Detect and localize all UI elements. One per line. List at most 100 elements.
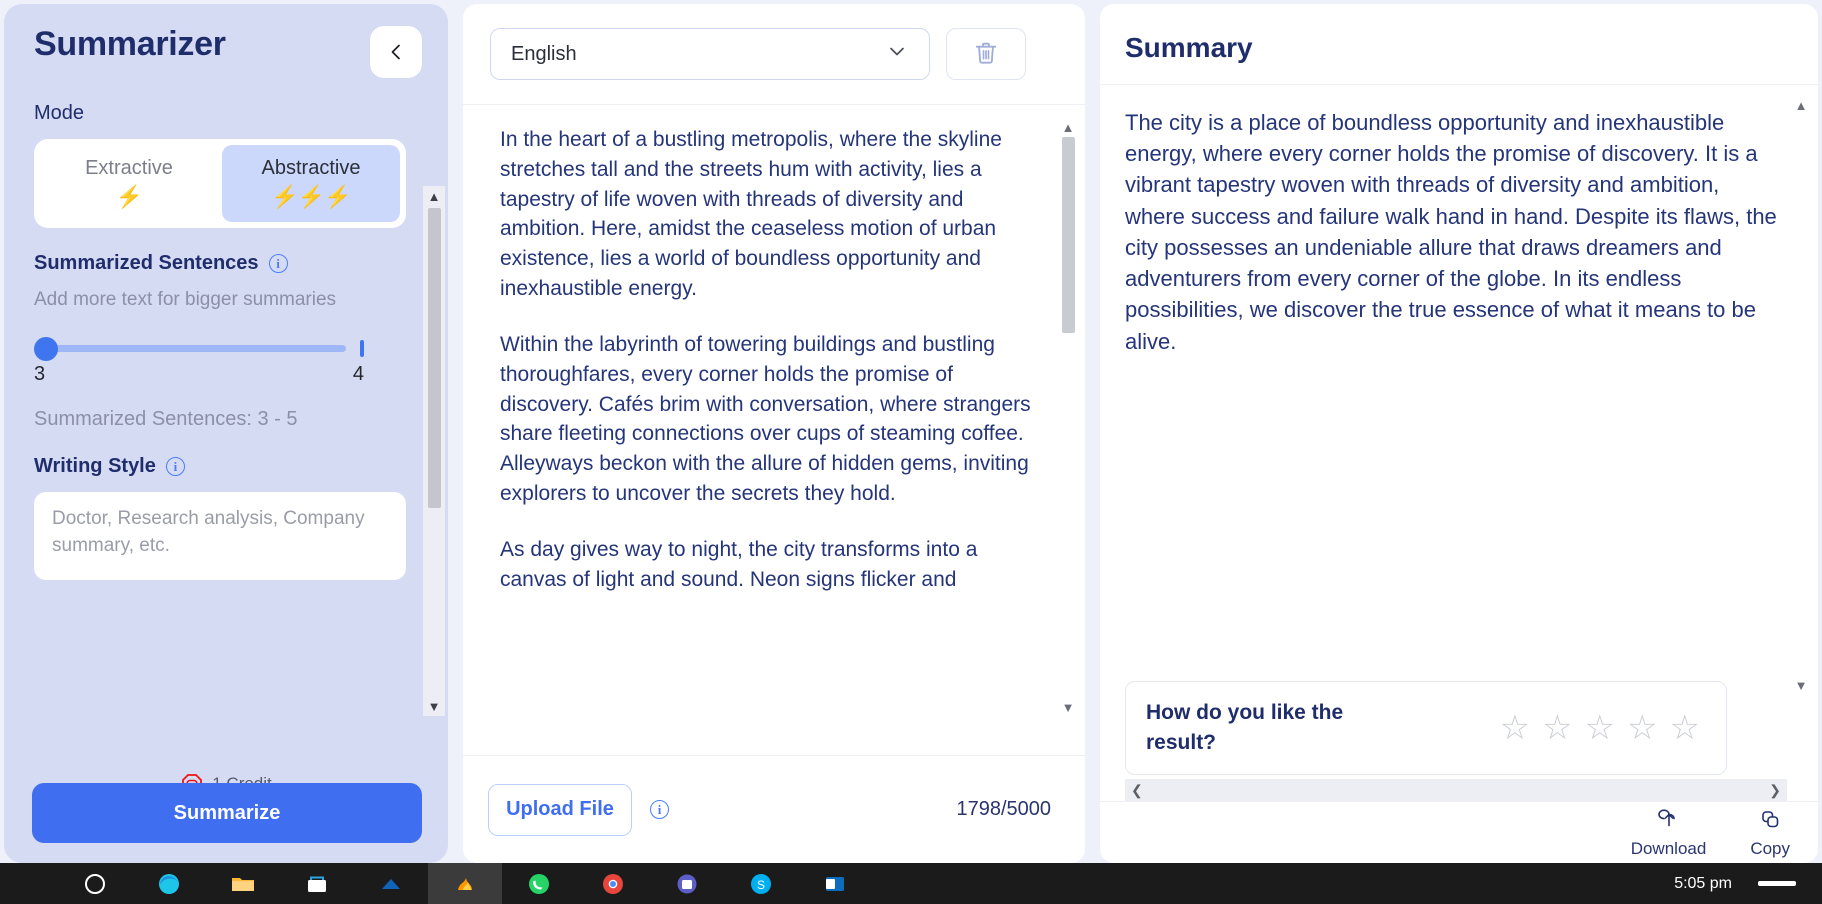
copy-button[interactable]: Copy (1750, 807, 1790, 859)
summary-body[interactable]: The city is a place of boundless opportu… (1100, 85, 1818, 735)
taskbar-item-file-explorer[interactable] (206, 863, 280, 904)
summarized-sentences-label-text: Summarized Sentences (34, 252, 259, 274)
writing-style-label: Writing Style i (34, 455, 412, 478)
input-panel: English In the heart of a bustling metro… (463, 4, 1085, 863)
scrollbar-track[interactable] (1795, 115, 1808, 675)
mode-option-extractive-label: Extractive (85, 157, 173, 179)
writing-style-input[interactable] (34, 492, 406, 580)
scroll-up-arrow-icon[interactable]: ▲ (423, 186, 445, 206)
scroll-down-arrow-icon[interactable]: ▼ (423, 696, 445, 716)
star-icon[interactable]: ☆ (1542, 711, 1572, 745)
source-paragraph: In the heart of a bustling metropolis, w… (500, 128, 1002, 301)
writing-style-label-text: Writing Style (34, 455, 156, 477)
editor-footer: Upload File i 1798/5000 (463, 755, 1085, 863)
bolt-icon-triple: ⚡⚡⚡ (271, 184, 351, 209)
info-icon[interactable]: i (165, 457, 185, 476)
slider-scale: 3 4 (34, 363, 364, 386)
windows-taskbar: S 5:05 pm (0, 863, 1822, 904)
summarized-sentences-label: Summarized Sentences i (34, 252, 412, 275)
chevron-right-icon[interactable]: ❯ (1769, 783, 1781, 797)
info-icon[interactable]: i (268, 254, 288, 273)
mode-label: Mode (34, 102, 412, 125)
scroll-up-arrow-icon[interactable]: ▲ (1057, 117, 1079, 137)
taskbar-item-start-windows[interactable] (58, 863, 132, 904)
scroll-up-arrow-icon[interactable]: ▲ (1790, 95, 1812, 115)
summary-title: Summary (1125, 32, 1253, 63)
scrollbar-thumb[interactable] (427, 208, 441, 508)
chevron-left-icon (386, 42, 406, 62)
download-label: Download (1630, 838, 1707, 858)
taskbar-item-teams[interactable] (650, 863, 724, 904)
summary-panel: Summary The city is a place of boundless… (1100, 4, 1818, 863)
upload-file-button[interactable]: Upload File (488, 783, 632, 836)
download-icon (1657, 807, 1681, 836)
rating-question: How do you like the result? (1146, 700, 1344, 754)
summarized-sentences-range: Summarized Sentences: 3 - 5 (34, 408, 298, 430)
scroll-down-arrow-icon[interactable]: ▼ (1790, 675, 1812, 695)
collapse-sidebar-button[interactable] (370, 26, 422, 78)
show-desktop-button[interactable] (1758, 881, 1796, 886)
slider-min-label: 3 (34, 363, 46, 385)
chevron-down-icon (885, 39, 909, 69)
page-title: Summarizer (34, 25, 226, 63)
rating-card: How do you like the result? ☆ ☆ ☆ ☆ ☆ (1125, 681, 1727, 775)
svg-text:S: S (757, 878, 765, 892)
scrollbar-track[interactable] (1061, 137, 1075, 697)
source-paragraph: Within the labyrinth of towering buildin… (500, 332, 1031, 505)
editor-toolbar: English (463, 4, 1085, 104)
source-paragraph: As day gives way to night, the city tran… (500, 537, 978, 591)
copy-label: Copy (1750, 838, 1790, 858)
taskbar-item-microsoft-store[interactable] (280, 863, 354, 904)
star-icon[interactable]: ☆ (1670, 711, 1700, 745)
star-icon[interactable]: ☆ (1585, 711, 1615, 745)
slider-max-label: 4 (352, 363, 364, 385)
scrollbar-thumb[interactable] (1061, 137, 1075, 333)
summary-scrollbar[interactable]: ▲ ▼ (1790, 95, 1812, 695)
mode-toggle-group[interactable]: Extractive ⚡ Abstractive ⚡⚡⚡ (34, 139, 406, 228)
summary-text: The city is a place of boundless opportu… (1125, 110, 1777, 354)
taskbar-item-chrome-browser[interactable] (576, 863, 650, 904)
summary-horizontal-scrollbar[interactable]: ❮ ❯ (1125, 779, 1787, 801)
star-rating[interactable]: ☆ ☆ ☆ ☆ ☆ (1500, 711, 1700, 745)
taskbar-item-edge-browser[interactable] (132, 863, 206, 904)
taskbar-item-outlook[interactable] (798, 863, 872, 904)
taskbar-right: 5:05 pm (1674, 875, 1822, 893)
taskbar-item-firefox-browser[interactable] (428, 863, 502, 904)
sentences-hint: Add more text for bigger summaries (34, 289, 337, 310)
mode-option-abstractive[interactable]: Abstractive ⚡⚡⚡ (222, 145, 400, 222)
scroll-down-arrow-icon[interactable]: ▼ (1057, 697, 1079, 717)
slider-track[interactable] (46, 345, 346, 352)
language-select[interactable]: English (490, 28, 930, 80)
sidebar-scrollbar[interactable]: ▲ ▼ (423, 186, 445, 716)
slider-thumb[interactable] (34, 337, 58, 361)
info-icon[interactable]: i (650, 800, 669, 819)
summarized-sentences-slider[interactable] (34, 337, 364, 361)
taskbar-icons: S (0, 863, 872, 904)
source-text-area[interactable]: In the heart of a bustling metropolis, w… (463, 104, 1085, 734)
summary-footer: Download Copy (1100, 801, 1818, 863)
copy-icon (1758, 807, 1782, 836)
sidebar-settings: Mode Extractive ⚡ Abstractive ⚡⚡⚡ Summar… (4, 78, 448, 768)
language-select-value: English (511, 42, 577, 65)
character-count: 1798/5000 (956, 798, 1051, 820)
mode-label-text: Mode (34, 102, 85, 124)
star-icon[interactable]: ☆ (1627, 711, 1657, 745)
editor-scrollbar[interactable]: ▲ ▼ (1057, 117, 1079, 717)
taskbar-item-whatsapp[interactable] (502, 863, 576, 904)
bolt-icon: ⚡ (115, 184, 143, 209)
summarizer-sidebar: Summarizer Mode Extractive ⚡ Abstractive… (4, 4, 448, 863)
trash-icon (973, 40, 999, 69)
clear-text-button[interactable] (946, 28, 1026, 80)
slider-end-marker (360, 340, 364, 357)
app-root: Summarizer Mode Extractive ⚡ Abstractive… (0, 0, 1822, 904)
download-button[interactable]: Download (1630, 807, 1707, 859)
sidebar-header: Summarizer (4, 4, 448, 78)
chevron-left-icon[interactable]: ❮ (1131, 783, 1143, 797)
summarize-button[interactable]: Summarize (32, 783, 422, 843)
clock[interactable]: 5:05 pm (1674, 875, 1732, 893)
taskbar-item-onedrive[interactable] (354, 863, 428, 904)
taskbar-item-skype[interactable]: S (724, 863, 798, 904)
summary-header: Summary (1100, 4, 1818, 85)
star-icon[interactable]: ☆ (1500, 711, 1530, 745)
mode-option-extractive[interactable]: Extractive ⚡ (40, 145, 218, 222)
